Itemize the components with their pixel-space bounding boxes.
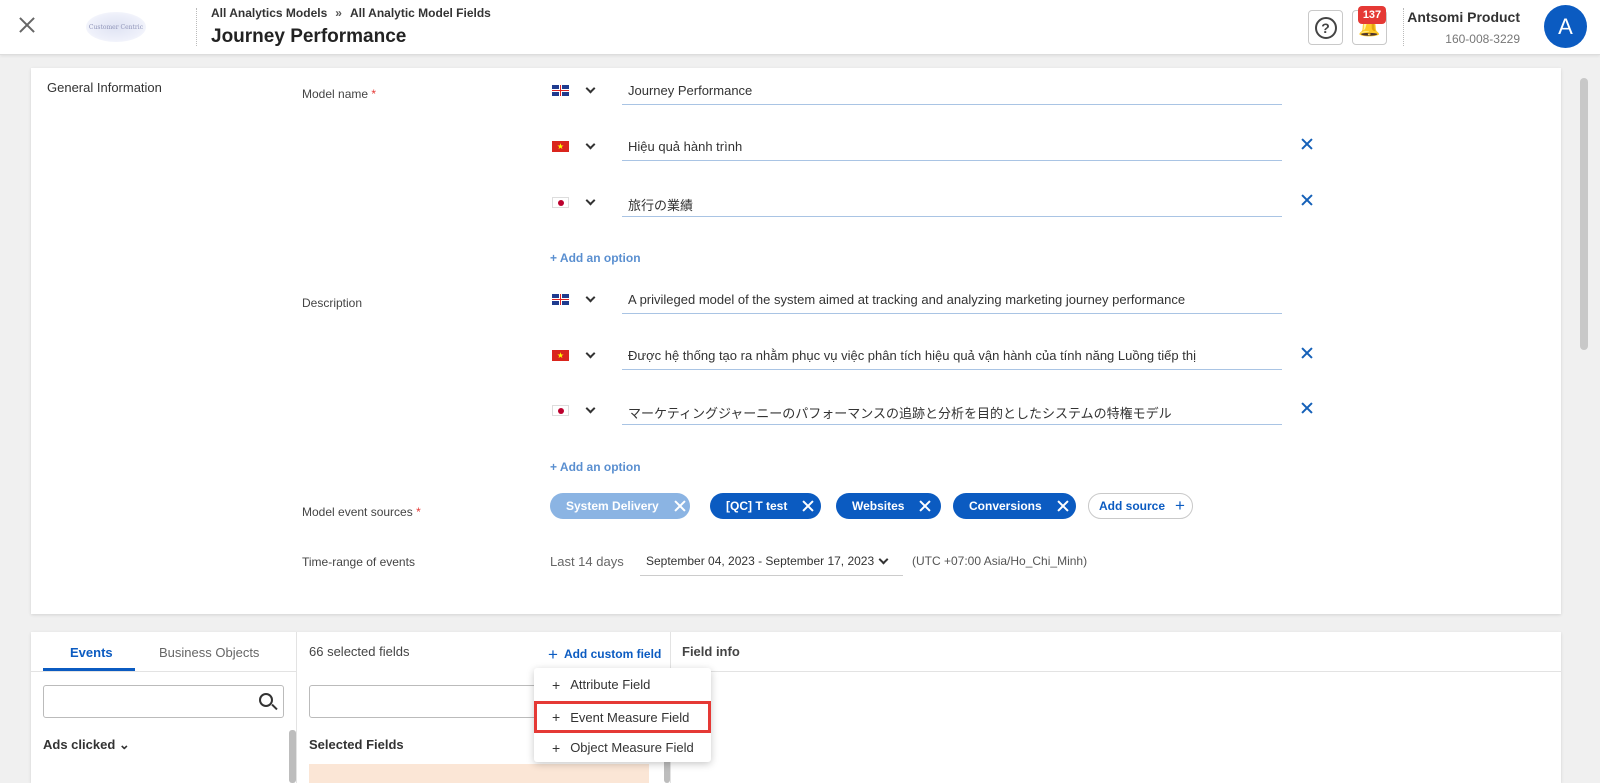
column-divider xyxy=(296,632,297,783)
vn-flag-icon: ★ xyxy=(552,350,569,361)
chevron-down-icon[interactable] xyxy=(585,141,595,151)
page-scrollbar[interactable] xyxy=(1580,78,1588,350)
model-name-label: Model name * xyxy=(302,87,377,101)
avatar[interactable]: A xyxy=(1544,5,1587,48)
jp-flag-icon xyxy=(552,405,569,416)
uk-flag-icon xyxy=(552,294,569,305)
chevron-down-icon[interactable] xyxy=(585,350,595,360)
help-button[interactable]: ? xyxy=(1308,10,1343,45)
model-name-ja-input[interactable]: 旅行の業績 xyxy=(622,189,1282,217)
chevron-down-icon xyxy=(880,556,888,564)
date-range-select[interactable]: September 04, 2023 - September 17, 2023 xyxy=(640,548,903,576)
description-ja-input[interactable]: マーケティングジャーニーのパフォーマンスの追跡と分析を目的としたシステムの特権モ… xyxy=(622,397,1282,425)
field-info-divider xyxy=(670,671,1561,672)
tab-business-objects[interactable]: Business Objects xyxy=(159,645,259,660)
breadcrumb-all-analytics-models[interactable]: All Analytics Models xyxy=(211,6,327,20)
time-range-label: Time-range of events xyxy=(302,555,415,569)
description-label: Description xyxy=(302,296,363,310)
add-custom-field-button[interactable]: + Add custom field xyxy=(548,645,661,665)
remove-chip-icon[interactable] xyxy=(801,499,815,513)
description-en-input[interactable]: A privileged model of the system aimed a… xyxy=(622,286,1282,314)
breadcrumb: All Analytics Models » All Analytic Model … xyxy=(211,6,491,20)
active-tab-indicator xyxy=(43,668,135,671)
breadcrumb-all-analytic-model-fields[interactable]: All Analytic Model Fields xyxy=(350,6,491,20)
field-info-heading: Field info xyxy=(682,644,740,659)
notification-badge: 137 xyxy=(1358,6,1386,24)
header-divider-right xyxy=(1403,8,1404,46)
selected-fields-heading: Selected Fields xyxy=(309,737,404,752)
description-vi-input[interactable]: Được hệ thống tạo ra nhằm phục vụ việc p… xyxy=(622,342,1282,370)
jp-flag-icon xyxy=(552,197,569,208)
event-group-ads-clicked[interactable]: Ads clicked ⌄ xyxy=(43,737,130,753)
remove-chip-icon[interactable] xyxy=(673,499,687,513)
uk-flag-icon xyxy=(552,85,569,96)
header-divider xyxy=(196,8,197,46)
plus-icon: + xyxy=(552,709,561,725)
remove-icon[interactable] xyxy=(1300,137,1314,151)
breadcrumb-separator: » xyxy=(335,6,342,20)
section-title: General Information xyxy=(47,80,162,95)
fields-search-input[interactable] xyxy=(309,685,539,718)
add-name-option-link[interactable]: + Add an option xyxy=(550,251,641,265)
event-search-input[interactable] xyxy=(43,685,284,718)
menu-item-event-measure-field[interactable]: + Event Measure Field xyxy=(534,701,711,733)
event-sources-label: Model event sources * xyxy=(302,505,421,519)
top-header: Customer Centric All Analytics Models» Al… xyxy=(0,0,1600,55)
source-chip-conversions[interactable]: Conversions xyxy=(953,493,1076,519)
remove-icon[interactable] xyxy=(1300,346,1314,360)
remove-chip-icon[interactable] xyxy=(918,499,932,513)
source-chip-system-delivery[interactable]: System Delivery xyxy=(550,493,690,519)
time-range-preset[interactable]: Last 14 days xyxy=(550,554,624,569)
plus-icon: + xyxy=(1175,496,1185,515)
remove-icon[interactable] xyxy=(1300,193,1314,207)
user-phone: 160-008-3229 xyxy=(1445,32,1520,46)
close-icon[interactable] xyxy=(16,14,38,36)
help-icon: ? xyxy=(1314,16,1337,39)
page-title: Journey Performance xyxy=(211,26,407,47)
menu-item-object-measure-field[interactable]: + Object Measure Field xyxy=(534,732,711,763)
events-scrollbar[interactable] xyxy=(289,730,296,783)
chevron-down-icon[interactable] xyxy=(585,405,595,415)
selected-fields-count: 66 selected fields xyxy=(309,644,410,659)
selected-field-row[interactable] xyxy=(309,764,649,783)
chevron-down-icon[interactable] xyxy=(585,85,595,95)
plus-icon: + xyxy=(552,739,561,756)
add-source-button[interactable]: Add source + xyxy=(1088,493,1193,519)
user-name: Antsomi Product xyxy=(1407,9,1520,25)
remove-chip-icon[interactable] xyxy=(1056,499,1070,513)
chevron-down-icon: ⌄ xyxy=(118,737,130,752)
plus-icon: + xyxy=(552,676,561,693)
source-chip-qc-t-test[interactable]: [QC] T test xyxy=(710,493,821,519)
plus-icon: + xyxy=(548,645,558,664)
tabs-divider xyxy=(31,671,296,672)
model-name-en-input[interactable]: Journey Performance xyxy=(622,77,1282,105)
company-logo: Customer Centric xyxy=(86,12,146,42)
chevron-down-icon[interactable] xyxy=(585,294,595,304)
menu-item-attribute-field[interactable]: + Attribute Field xyxy=(534,669,711,700)
vn-flag-icon: ★ xyxy=(552,141,569,152)
tab-events[interactable]: Events xyxy=(70,645,113,660)
add-description-option-link[interactable]: + Add an option xyxy=(550,460,641,474)
timezone-label: (UTC +07:00 Asia/Ho_Chi_Minh) xyxy=(912,554,1088,568)
chevron-down-icon[interactable] xyxy=(585,197,595,207)
source-chip-websites[interactable]: Websites xyxy=(836,493,941,519)
model-name-vi-input[interactable]: Hiệu quả hành trình xyxy=(622,133,1282,161)
remove-icon[interactable] xyxy=(1300,401,1314,415)
search-icon[interactable] xyxy=(259,693,273,707)
